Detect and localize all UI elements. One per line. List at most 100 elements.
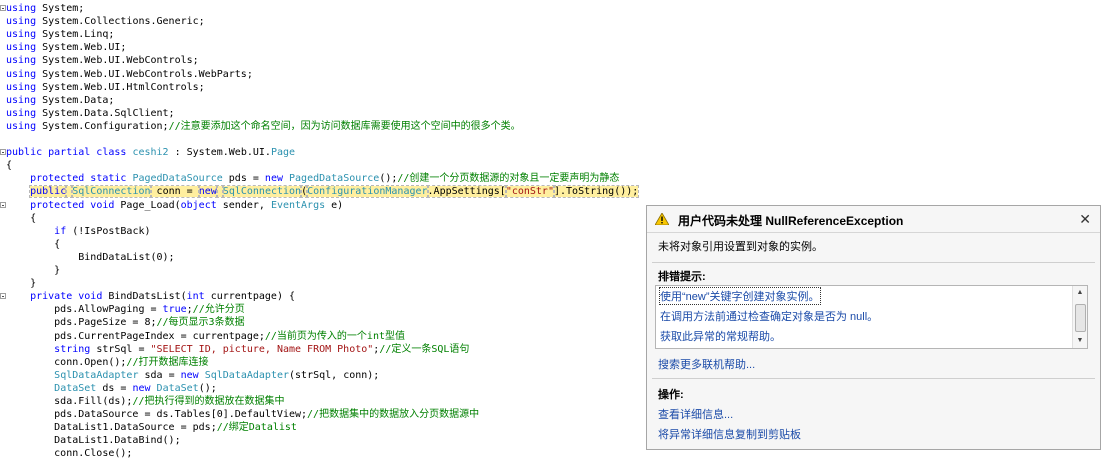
code-text: pds.PageSize = 8;//每页显示3条数据 xyxy=(6,316,244,329)
code-text: sda.Fill(ds);//把执行得到的数据放在数据集中 xyxy=(6,395,284,408)
code-token: sda = xyxy=(138,369,181,381)
code-token: (!IsPostBack) xyxy=(66,225,151,237)
divider xyxy=(652,378,1095,379)
code-text: public SqlConnection conn = new SqlConne… xyxy=(6,185,640,199)
code-text: { xyxy=(6,159,12,172)
code-token: ConfigurationManager xyxy=(306,185,429,199)
code-text: { xyxy=(6,238,60,251)
code-token: "conStr" xyxy=(504,185,555,199)
code-token: PagedDataSource xyxy=(132,173,223,185)
code-token: sda.Fill(ds); xyxy=(6,396,133,407)
tips-scrollbar[interactable]: ▲ ▼ xyxy=(1072,286,1087,348)
code-text: protected static PagedDataSource pds = n… xyxy=(6,172,619,185)
code-token: System.Data; xyxy=(36,94,115,106)
close-icon[interactable]: ✕ xyxy=(1079,211,1091,228)
code-token: BindDatsList( xyxy=(102,291,187,303)
code-token: SqlConnection xyxy=(71,185,152,199)
code-text: using System; xyxy=(6,2,84,15)
code-token: strSql = xyxy=(90,343,151,355)
code-text: DataSet ds = new DataSet(); xyxy=(6,382,217,395)
code-text: using System.Web.UI.HtmlControls; xyxy=(6,81,205,94)
copy-details-link[interactable]: 将异常详细信息复制到剪贴板 xyxy=(658,426,801,442)
code-text: using System.Web.UI.WebControls; xyxy=(6,54,199,67)
code-token: pds.AllowPaging = xyxy=(6,304,163,316)
code-text: pds.DataSource = ds.Tables[0].DefaultVie… xyxy=(6,408,479,421)
code-token: : System.Web.UI. xyxy=(168,147,271,159)
code-token: } xyxy=(6,278,37,290)
code-text: } xyxy=(6,264,60,277)
code-token: System.Linq; xyxy=(36,29,115,41)
code-text: using System.Web.UI.WebControls.WebParts… xyxy=(6,68,253,81)
code-token: System.Data.SqlClient; xyxy=(36,107,175,119)
code-token: System; xyxy=(36,3,85,14)
code-token: new xyxy=(197,185,218,199)
code-token: e) xyxy=(325,199,344,211)
code-token: new xyxy=(180,369,199,381)
code-token: { xyxy=(6,212,37,224)
code-token: protected static xyxy=(30,173,127,185)
code-text: using System.Data; xyxy=(6,94,114,107)
code-token: System.Web.UI; xyxy=(36,42,127,54)
code-token: EventArgs xyxy=(270,199,326,211)
code-text: pds.CurrentPageIndex = currentpage;//当前页… xyxy=(6,330,405,343)
code-token: //定义一条SQL语句 xyxy=(379,343,470,355)
tip-check-null[interactable]: 在调用方法前通过检查确定对象是否为 null。 xyxy=(660,308,878,324)
code-token: new xyxy=(132,382,151,394)
scroll-up-icon[interactable]: ▲ xyxy=(1073,286,1087,300)
code-token: protected void xyxy=(30,199,115,211)
code-token: public xyxy=(29,185,68,199)
code-token: using xyxy=(6,94,37,106)
code-token: //注意要添加这个命名空间，因为访问数据库需要使用这个空间中的很多个类。 xyxy=(168,120,521,132)
exception-assistant-popup: 用户代码未处理 NullReferenceException ✕ 未将对象引用设… xyxy=(646,205,1101,450)
code-token: if xyxy=(54,225,67,237)
code-text: public partial class ceshi2 : System.Web… xyxy=(6,146,295,159)
scroll-thumb[interactable] xyxy=(1075,304,1086,332)
code-token: System.Web.UI.WebControls; xyxy=(36,55,199,67)
code-token: DataSet xyxy=(54,382,97,394)
code-token: private void xyxy=(30,291,103,303)
exception-message: 未将对象引用设置到对象的实例。 xyxy=(658,241,823,253)
code-token: conn = xyxy=(149,185,200,199)
code-token: PagedDataSource xyxy=(289,173,380,185)
code-text: DataList1.DataBind(); xyxy=(6,434,180,447)
code-token: { xyxy=(6,160,13,172)
code-token: //把执行得到的数据放在数据集中 xyxy=(132,396,285,407)
code-token: (); xyxy=(379,173,398,185)
divider xyxy=(652,262,1095,263)
search-online-help-link[interactable]: 搜索更多联机帮助... xyxy=(658,356,755,372)
code-text: conn.Open();//打开数据库连接 xyxy=(6,356,208,369)
code-token: System.Collections.Generic; xyxy=(36,16,205,28)
tips-header: 排错提示: xyxy=(658,271,706,283)
code-token xyxy=(215,185,224,199)
code-token: pds.PageSize = 8; xyxy=(6,317,157,329)
code-token: using xyxy=(6,120,37,132)
code-token: Page_Load( xyxy=(114,199,181,211)
code-token: SqlDataAdapter xyxy=(54,369,139,381)
code-token: string xyxy=(54,343,91,355)
view-details-link[interactable]: 查看详细信息... xyxy=(658,406,733,422)
scroll-down-icon[interactable]: ▼ xyxy=(1073,334,1087,348)
code-text: using System.Collections.Generic; xyxy=(6,15,205,28)
code-token: //绑定Datalist xyxy=(216,422,297,434)
tip-general-help[interactable]: 获取此异常的常规帮助。 xyxy=(660,328,781,344)
tip-new-keyword[interactable]: 使用“new”关键字创建对象实例。 xyxy=(659,287,821,305)
code-token: using xyxy=(6,16,37,28)
code-text: conn.Close(); xyxy=(6,447,132,460)
code-token: pds.CurrentPageIndex = currentpage; xyxy=(6,330,265,342)
code-text: } xyxy=(6,277,36,290)
code-token: //允许分页 xyxy=(192,304,245,316)
popup-title-bar: 用户代码未处理 NullReferenceException ✕ xyxy=(647,206,1100,233)
code-token: object xyxy=(180,199,217,211)
code-token: //当前页为传入的一个int型值 xyxy=(264,330,405,342)
code-token: System.Web.UI.WebControls.WebParts; xyxy=(36,68,253,80)
actions-header: 操作: xyxy=(658,389,684,401)
code-token: using xyxy=(6,42,37,54)
code-token: //把数据集中的数据放入分页数据源中 xyxy=(307,409,480,421)
